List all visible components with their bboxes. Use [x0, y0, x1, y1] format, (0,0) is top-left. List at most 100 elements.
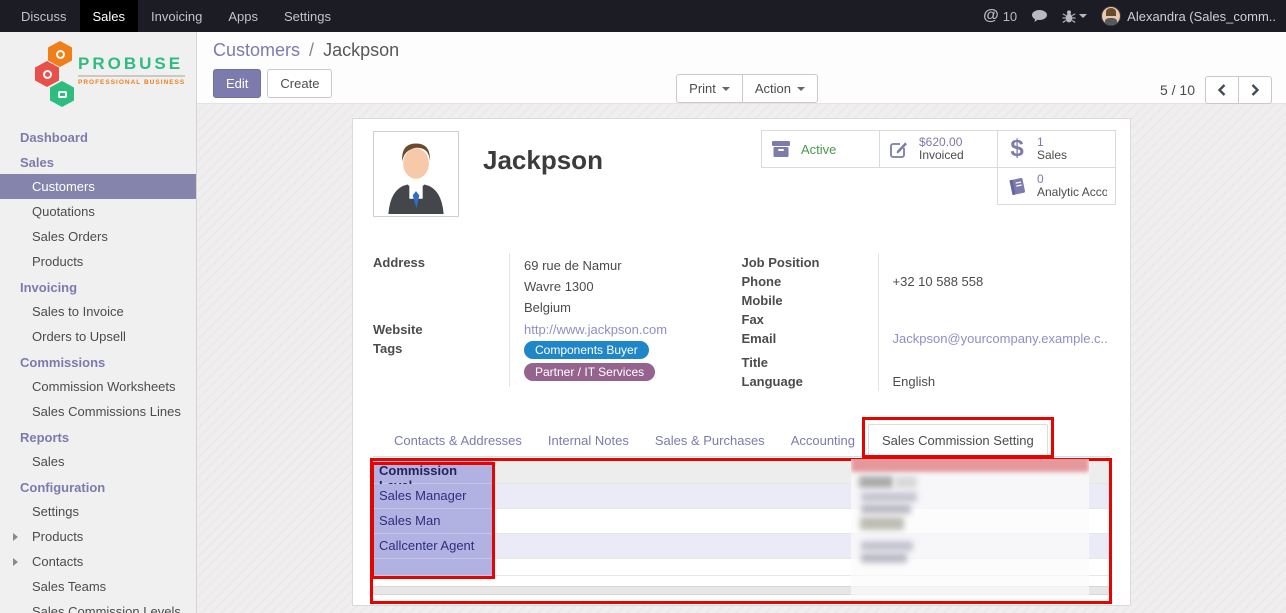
job-position-field: Job Position [742, 253, 1087, 272]
address-line-3: Belgium [524, 297, 718, 318]
title-field: Title [742, 353, 1087, 372]
breadcrumb-separator: / [309, 40, 314, 60]
dollar-icon: $ [1006, 135, 1028, 163]
brand-logo[interactable]: PROBUSE PROFESSIONAL BUSINESS [0, 32, 196, 120]
website-field: Website http://www.jackpson.com [373, 320, 718, 339]
active-toggle-button[interactable]: Active [761, 130, 880, 168]
address-value[interactable]: 69 rue de Namur Wavre 1300 Belgium [509, 253, 718, 320]
tab-internal-notes[interactable]: Internal Notes [535, 425, 642, 456]
notebook-tabs: Contacts & Addresses Internal Notes Sale… [373, 421, 1110, 457]
analytic-accounts-label: Analytic Acco... [1037, 186, 1107, 199]
tag-components-buyer[interactable]: Components Buyer [524, 341, 649, 359]
top-menu-settings[interactable]: Settings [271, 0, 344, 32]
debug-menu-button[interactable] [1062, 9, 1087, 24]
sidebar-item-sales-commissions-lines[interactable]: Sales Commissions Lines [0, 399, 196, 424]
field-groups: Address 69 rue de Namur Wavre 1300 Belgi… [373, 253, 1110, 391]
record-title: Jackpson [483, 145, 603, 217]
tags-field: Tags Components Buyer Partner / IT Servi… [373, 339, 718, 387]
fax-value[interactable] [878, 310, 1087, 329]
top-menu-apps[interactable]: Apps [215, 0, 271, 32]
top-menu-invoicing[interactable]: Invoicing [138, 0, 215, 32]
pager-next-button[interactable] [1238, 76, 1272, 104]
sidebar-item-reports-sales[interactable]: Sales [0, 449, 196, 474]
job-position-value[interactable] [878, 253, 1087, 272]
sidebar-item-products[interactable]: Products [0, 249, 196, 274]
pager-previous-button[interactable] [1205, 76, 1239, 104]
invoiced-stat-button[interactable]: $620.00 Invoiced [879, 130, 998, 168]
tab-sales-purchases[interactable]: Sales & Purchases [642, 425, 778, 456]
top-menu-sales[interactable]: Sales [80, 0, 139, 32]
breadcrumb-customers-link[interactable]: Customers [213, 40, 300, 60]
app-body: PROBUSE PROFESSIONAL BUSINESS Dashboard … [0, 32, 1286, 613]
sidebar-section-configuration[interactable]: Configuration [0, 474, 196, 499]
phone-value[interactable]: +32 10 588 558 [878, 272, 1087, 291]
sidebar-section-dashboard[interactable]: Dashboard [0, 124, 196, 149]
user-name: Alexandra (Sales_comm.. [1127, 9, 1276, 24]
tab-sales-commission-setting[interactable]: Sales Commission Setting [868, 424, 1048, 457]
title-value[interactable] [878, 353, 1087, 372]
businessman-avatar-image [376, 134, 456, 214]
form-view-background: Jackpson Active [197, 104, 1286, 613]
tab-contacts-addresses[interactable]: Contacts & Addresses [381, 425, 535, 456]
commission-level-cell[interactable]: Sales Manager [373, 484, 493, 509]
user-avatar [1101, 6, 1121, 26]
user-menu[interactable]: Alexandra (Sales_comm.. [1101, 6, 1276, 26]
print-label: Print [689, 81, 716, 96]
record-sheet: Jackpson Active [352, 118, 1131, 606]
print-dropdown-button[interactable]: Print [676, 74, 743, 103]
tags-value: Components Buyer Partner / IT Services [509, 339, 718, 387]
commission-level-cell-empty[interactable] [373, 559, 493, 576]
sales-stat-button[interactable]: $ 1 Sales [997, 130, 1116, 168]
address-field: Address 69 rue de Namur Wavre 1300 Belgi… [373, 253, 718, 320]
edit-button[interactable]: Edit [213, 69, 261, 98]
mobile-value[interactable] [878, 291, 1087, 310]
main-area: Customers / Jackpson Edit Create Print A… [197, 32, 1286, 613]
customer-photo[interactable] [373, 131, 459, 217]
edit-pencil-icon [888, 139, 910, 159]
sales-label: Sales [1037, 149, 1067, 162]
sidebar-item-config-products[interactable]: Products [0, 524, 196, 549]
app-window: Discuss Sales Invoicing Apps Settings @ … [0, 0, 1286, 613]
sidebar-item-sales-orders[interactable]: Sales Orders [0, 224, 196, 249]
sidebar-item-sales-teams[interactable]: Sales Teams [0, 574, 196, 599]
at-icon: @ [983, 7, 999, 25]
top-navbar: Discuss Sales Invoicing Apps Settings @ … [0, 0, 1286, 32]
language-field: Language English [742, 372, 1087, 391]
messages-button[interactable] [1031, 9, 1048, 23]
commission-level-cell[interactable]: Sales Man [373, 509, 493, 534]
sidebar-item-quotations[interactable]: Quotations [0, 199, 196, 224]
sidebar-section-commissions[interactable]: Commissions [0, 349, 196, 374]
commission-level-cell[interactable]: Callcenter Agent [373, 534, 493, 559]
sidebar-item-sales-to-invoice[interactable]: Sales to Invoice [0, 299, 196, 324]
top-menu-discuss[interactable]: Discuss [8, 0, 80, 32]
mentions-counter[interactable]: @ 10 [983, 7, 1017, 25]
blurred-cell-content [859, 476, 893, 488]
sidebar-item-commission-worksheets[interactable]: Commission Worksheets [0, 374, 196, 399]
blurred-pink-bar [851, 459, 1089, 472]
language-label: Language [742, 372, 878, 391]
commission-level-header[interactable]: Commission Level [373, 459, 493, 484]
sidebar-section-invoicing[interactable]: Invoicing [0, 274, 196, 299]
action-dropdown-button[interactable]: Action [742, 74, 818, 103]
sidebar-section-reports[interactable]: Reports [0, 424, 196, 449]
address-line-2: Wavre 1300 [524, 276, 718, 297]
tag-partner-it-services[interactable]: Partner / IT Services [524, 363, 655, 381]
action-label: Action [755, 81, 791, 96]
logo-hexagon-gear-icon [48, 41, 72, 67]
expand-arrow-icon[interactable] [13, 558, 18, 566]
blurred-cell-content [861, 553, 907, 563]
sidebar-item-settings[interactable]: Settings [0, 499, 196, 524]
tab-accounting[interactable]: Accounting [778, 425, 868, 456]
sidebar-item-config-contacts[interactable]: Contacts [0, 549, 196, 574]
sidebar-item-sales-commission-levels[interactable]: Sales Commission Levels [0, 599, 196, 613]
analytic-accounts-stat-button[interactable]: 0 Analytic Acco... [997, 167, 1116, 205]
sidebar-item-orders-to-upsell[interactable]: Orders to Upsell [0, 324, 196, 349]
language-value[interactable]: English [878, 372, 1087, 391]
breadcrumb: Customers / Jackpson [213, 40, 1270, 61]
sidebar-item-customers[interactable]: Customers [0, 174, 196, 199]
email-link[interactable]: Jackpson@yourcompany.example.c.. [893, 331, 1108, 346]
create-button[interactable]: Create [267, 69, 332, 98]
website-link[interactable]: http://www.jackpson.com [524, 322, 667, 337]
sidebar-section-sales[interactable]: Sales [0, 149, 196, 174]
expand-arrow-icon[interactable] [13, 533, 18, 541]
